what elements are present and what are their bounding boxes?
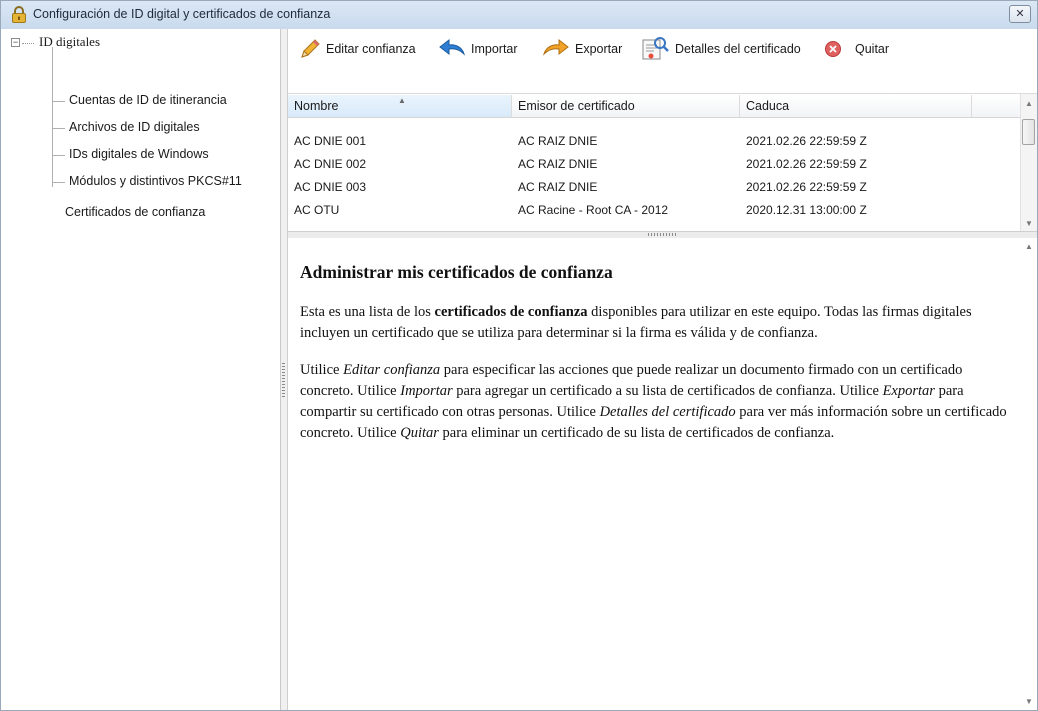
collapse-icon[interactable]: −	[11, 38, 20, 47]
tree-item-label: Archivos de ID digitales	[69, 120, 200, 134]
details-pane: Administrar mis certificados de confianz…	[288, 238, 1037, 710]
scroll-down-arrow-icon[interactable]: ▼	[1025, 219, 1033, 228]
tree-item-windows-ids[interactable]: IDs digitales de Windows	[1, 143, 280, 167]
tree-item-id-digitales[interactable]: ID digitales	[39, 34, 100, 50]
remove-button[interactable]: Quitar	[824, 38, 889, 60]
table-row[interactable]: AC DNIE 002 AC RAIZ DNIE 2021.02.26 22:5…	[288, 153, 1020, 175]
dialog-window: Configuración de ID digital y certificad…	[0, 0, 1038, 711]
scroll-thumb[interactable]	[1022, 119, 1035, 145]
splitter-grip-icon[interactable]	[282, 363, 285, 399]
tree-item-label: Módulos y distintivos PKCS#11	[69, 174, 242, 188]
scroll-down-arrow-icon[interactable]: ▼	[1025, 697, 1033, 706]
tree-item-pkcs11[interactable]: Módulos y distintivos PKCS#11	[1, 170, 280, 194]
column-header-issuer[interactable]: Emisor de certificado	[512, 95, 740, 117]
help-heading: Administrar mis certificados de confianz…	[300, 262, 613, 282]
table-row[interactable]: AC OTU AC Racine - Root CA - 2012 2020.1…	[288, 199, 1020, 221]
close-icon: ✕	[1015, 8, 1025, 20]
cell-name: AC OTU	[294, 203, 340, 217]
tree-item-id-files[interactable]: Archivos de ID digitales	[1, 116, 280, 140]
certificate-details-label: Detalles del certificado	[675, 42, 801, 56]
cell-issuer: AC RAIZ DNIE	[518, 134, 598, 148]
import-arrow-icon	[439, 38, 466, 56]
table-scrollbar[interactable]: ▲ ▼	[1020, 94, 1037, 232]
cell-issuer: AC RAIZ DNIE	[518, 157, 598, 171]
cell-expires: 2021.02.26 22:59:59 Z	[746, 180, 867, 194]
table-header: ▲ Nombre Emisor de certificado Caduca	[288, 95, 1020, 118]
details-scrollbar[interactable]: ▲ ▼	[1021, 238, 1037, 710]
certificates-table: ▲ Nombre Emisor de certificado Caduca AC…	[288, 93, 1037, 232]
export-label: Exportar	[575, 42, 623, 56]
certificate-details-icon	[642, 37, 669, 60]
export-button[interactable]: Exportar	[542, 38, 622, 60]
cell-issuer: AC RAIZ DNIE	[518, 180, 598, 194]
pencil-icon	[301, 39, 320, 58]
table-row[interactable]: AC DNIE 003 AC RAIZ DNIE 2021.02.26 22:5…	[288, 176, 1020, 198]
column-header-expires[interactable]: Caduca	[740, 95, 972, 117]
splitter-grip-icon[interactable]	[648, 233, 678, 236]
column-header-name[interactable]: ▲ Nombre	[288, 95, 512, 117]
scroll-up-arrow-icon[interactable]: ▲	[1025, 242, 1033, 251]
certificate-details-button[interactable]: Detalles del certificado	[640, 37, 801, 60]
cell-name: AC DNIE 002	[294, 157, 367, 171]
help-text: Administrar mis certificados de confianz…	[300, 252, 1018, 460]
cell-expires: 2021.02.26 22:59:59 Z	[746, 157, 867, 171]
cell-name: AC DNIE 001	[294, 134, 367, 148]
remove-label: Quitar	[855, 42, 890, 56]
edit-trust-label: Editar confianza	[326, 42, 416, 56]
tree-pane: − ID digitales Cuentas de ID de itineran…	[1, 29, 281, 710]
tree-item-roaming-accounts[interactable]: Cuentas de ID de itinerancia	[1, 89, 280, 113]
help-paragraph-1: Esta es una lista de los certificados de…	[300, 304, 972, 341]
table-row[interactable]: AC DNIE 001 AC RAIZ DNIE 2021.02.26 22:5…	[288, 130, 1020, 152]
close-button[interactable]: ✕	[1009, 5, 1031, 23]
remove-icon	[825, 41, 841, 57]
scroll-up-arrow-icon[interactable]: ▲	[1025, 99, 1033, 108]
title-bar: Configuración de ID digital y certificad…	[1, 1, 1037, 30]
import-button[interactable]: Importar	[438, 38, 518, 60]
cell-issuer: AC Racine - Root CA - 2012	[518, 203, 669, 217]
window-title: Configuración de ID digital y certificad…	[33, 7, 331, 21]
edit-trust-button[interactable]: Editar confianza	[299, 38, 416, 60]
import-label: Importar	[471, 42, 518, 56]
sort-ascending-icon: ▲	[398, 96, 406, 105]
export-arrow-icon	[542, 38, 569, 56]
cell-expires: 2020.12.31 13:00:00 Z	[746, 203, 867, 217]
cell-expires: 2021.02.26 22:59:59 Z	[746, 134, 867, 148]
tree-item-trusted-certificates[interactable]: Certificados de confianza	[65, 205, 205, 219]
tree-item-label: IDs digitales de Windows	[69, 147, 209, 161]
cell-name: AC DNIE 003	[294, 180, 367, 194]
help-paragraph-2: Utilice Editar confianza para especifica…	[300, 362, 1007, 441]
lock-icon	[11, 6, 27, 23]
tree-item-label: Cuentas de ID de itinerancia	[69, 93, 227, 107]
